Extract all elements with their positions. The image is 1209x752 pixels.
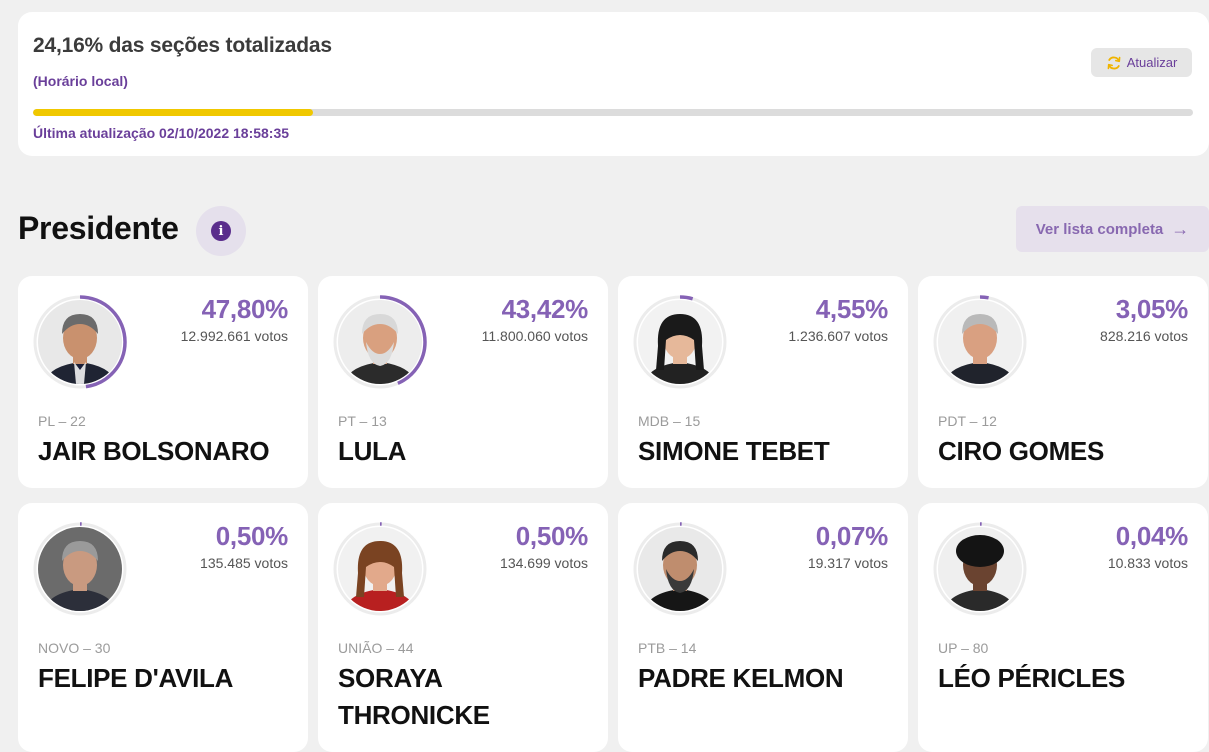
vote-count: 134.699 votos [500,555,588,571]
candidate-photo [332,521,428,617]
candidate-photo [332,294,428,390]
totalization-progress-fill [33,109,314,116]
avatar [38,527,122,611]
local-time-note: (Horário local) [33,73,128,89]
candidate-photo [32,294,128,390]
totalization-status-card: 24,16% das seções totalizadas (Horário l… [18,12,1209,156]
vote-count: 135.485 votos [200,555,288,571]
candidate-card[interactable]: 0,50% 134.699 votos UNIÃO – 44 SORAYA TH… [318,503,608,752]
party-number: MDB – 15 [638,413,701,429]
arrow-right-icon: → [1171,218,1190,239]
vote-percentage: 0,04% [1115,521,1189,551]
avatar [638,527,722,611]
candidate-name: PADRE KELMON [638,663,844,693]
candidate-name: LULA [338,436,407,466]
totalization-progress-bar [33,109,1193,116]
vote-percentage: 3,05% [1115,294,1189,324]
avatar [938,527,1022,611]
vote-count: 12.992.661 votos [180,328,288,344]
candidate-photo [632,294,728,390]
party-number: UP – 80 [938,640,989,656]
party-number: UNIÃO – 44 [338,640,414,656]
party-number: NOVO – 30 [38,640,111,656]
vote-percentage: 47,80% [201,294,289,324]
refresh-button-label: Atualizar [1126,55,1178,70]
view-full-list-button[interactable]: Ver lista completa → [1016,206,1209,252]
vote-percentage: 0,50% [515,521,589,551]
candidate-name: LÉO PÉRICLES [938,663,1126,693]
candidate-name: SIMONE TEBET [638,436,830,466]
avatar [638,300,722,384]
candidate-card[interactable]: 4,55% 1.236.607 votos MDB – 15 SIMONE TE… [618,276,908,488]
vote-percentage: 4,55% [815,294,889,324]
vote-count: 828.216 votos [1100,328,1188,344]
candidate-card[interactable]: 47,80% 12.992.661 votos PL – 22 JAIR BOL… [18,276,308,488]
candidate-name: CIRO GOMES [938,436,1105,466]
candidate-name: FELIPE D'AVILA [38,663,234,693]
avatar [938,300,1022,384]
candidate-card[interactable]: 0,07% 19.317 votos PTB – 14 PADRE KELMON [618,503,908,752]
totalization-title: 24,16% das seções totalizadas [33,34,332,57]
candidate-name: SORAYA THRONICKE [338,663,490,730]
candidate-card[interactable]: 43,42% 11.800.060 votos PT – 13 LULA [318,276,608,488]
info-button[interactable]: i [196,206,246,256]
vote-percentage: 0,07% [815,521,889,551]
info-icon: i [211,221,231,241]
last-update-timestamp: Última atualização 02/10/2022 18:58:35 [33,125,290,141]
party-number: PTB – 14 [638,640,697,656]
avatar [38,300,122,384]
refresh-icon [1106,55,1122,71]
candidate-photo [32,521,128,617]
candidate-photo [932,521,1028,617]
party-number: PDT – 12 [938,413,997,429]
refresh-button[interactable]: Atualizar [1091,48,1192,77]
party-number: PT – 13 [338,413,387,429]
candidate-name: JAIR BOLSONARO [38,436,270,466]
candidate-card[interactable]: 0,04% 10.833 votos UP – 80 LÉO PÉRICLES [918,503,1208,752]
vote-percentage: 0,50% [215,521,289,551]
view-full-list-label: Ver lista completa [1035,220,1164,238]
vote-percentage: 43,42% [501,294,589,324]
candidate-card[interactable]: 3,05% 828.216 votos PDT – 12 CIRO GOMES [918,276,1208,488]
vote-count: 19.317 votos [807,555,888,571]
vote-count: 10.833 votos [1107,555,1188,571]
candidate-photo [632,521,728,617]
party-number: PL – 22 [38,413,86,429]
vote-count: 11.800.060 votos [481,328,588,344]
candidate-card[interactable]: 0,50% 135.485 votos NOVO – 30 FELIPE D'A… [18,503,308,752]
avatar [338,527,422,611]
avatar [338,300,422,384]
candidate-photo [932,294,1028,390]
section-title: Presidente [18,210,179,246]
vote-count: 1.236.607 votos [788,328,888,344]
